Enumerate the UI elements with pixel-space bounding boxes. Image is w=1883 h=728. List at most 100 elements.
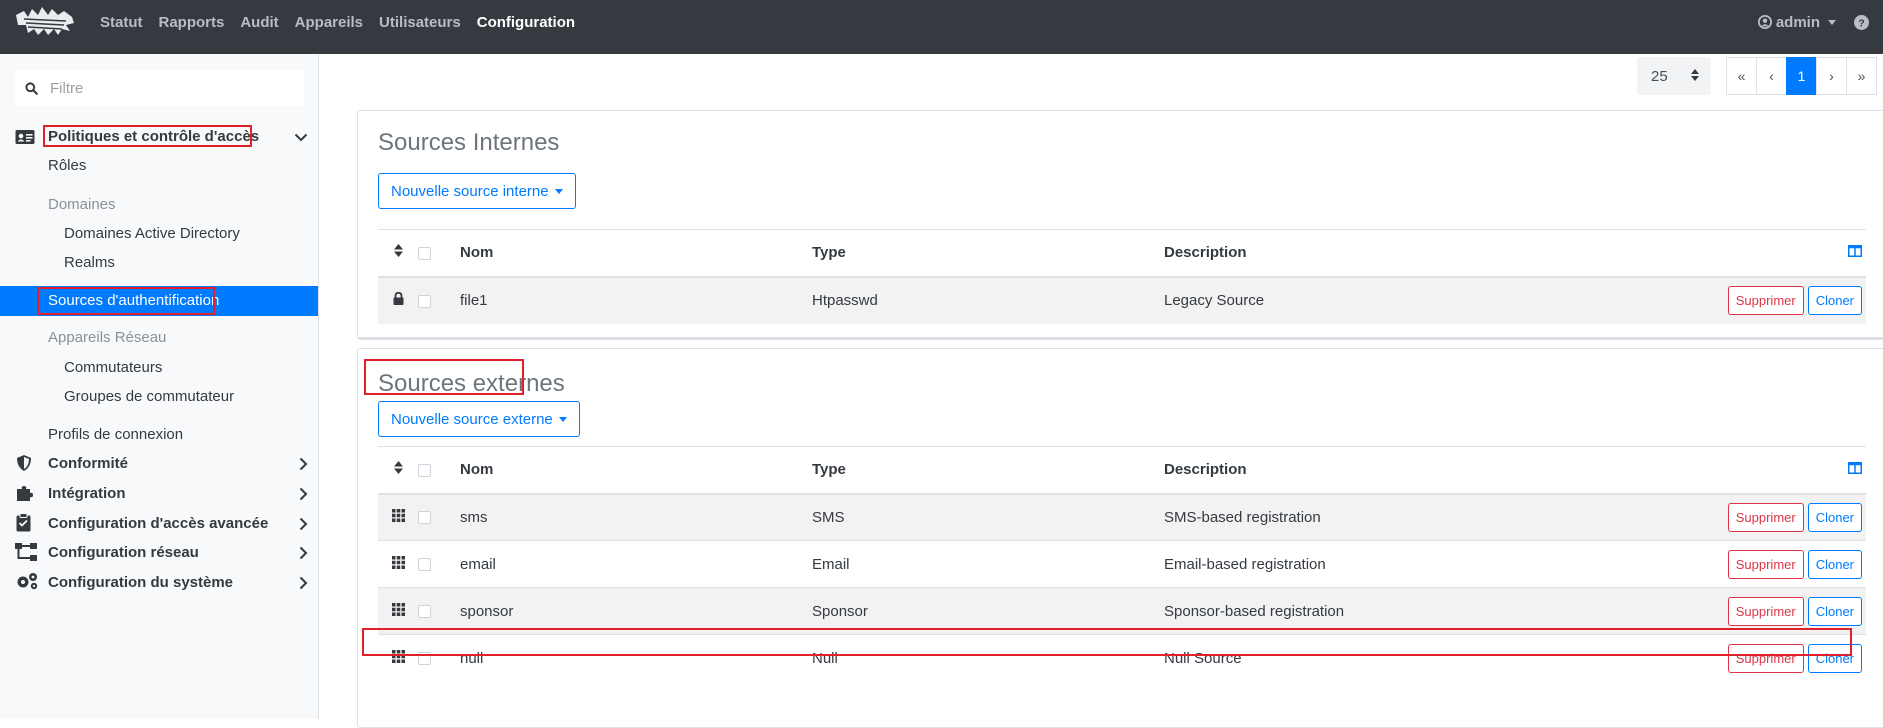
sort-header[interactable]: [378, 446, 418, 495]
delete-button[interactable]: Supprimer: [1727, 549, 1804, 579]
select-all-checkbox[interactable]: [418, 463, 431, 477]
chevron-right-icon[interactable]: [299, 457, 308, 471]
help-icon[interactable]: ?: [1854, 14, 1869, 30]
internal-sources-table: Nom Type Description file1 Htpasswd Lega…: [378, 229, 1866, 324]
clone-button[interactable]: Cloner: [1807, 286, 1862, 315]
chevron-down-icon[interactable]: [294, 133, 308, 142]
filter-input[interactable]: [50, 79, 280, 97]
table-row[interactable]: file1 Htpasswd Legacy Source Supprimer Cl…: [378, 276, 1866, 324]
chevron-right-icon[interactable]: [299, 517, 308, 531]
row-checkbox[interactable]: [418, 605, 431, 619]
cell-type: SMS: [812, 493, 1164, 541]
section-network-config[interactable]: Configuration réseau: [48, 544, 199, 561]
svg-text:?: ?: [1858, 18, 1864, 29]
table-row[interactable]: sms SMS SMS-based registration Supprimer…: [378, 493, 1866, 541]
user-name: admin: [1775, 13, 1820, 31]
cell-type: Email: [812, 540, 1164, 588]
chevron-right-icon[interactable]: [299, 546, 308, 560]
cell-nom: file1: [460, 276, 812, 324]
delete-button[interactable]: Supprimer: [1727, 286, 1804, 315]
new-external-source-button[interactable]: Nouvelle source externe: [378, 401, 580, 437]
cell-description: SMS-based registration: [1164, 493, 1694, 541]
per-page-select[interactable]: 25: [1637, 57, 1711, 95]
sort-icon: [393, 461, 403, 475]
nav-statut[interactable]: Statut: [100, 14, 143, 31]
sidebar-item-roles[interactable]: Rôles: [48, 157, 86, 174]
pagination-page-1[interactable]: 1: [1786, 57, 1817, 95]
column-header-type[interactable]: Type: [812, 229, 1164, 278]
delete-button[interactable]: Supprimer: [1727, 502, 1804, 532]
drag-handle-icon[interactable]: [391, 602, 405, 616]
columns-icon: [1848, 245, 1862, 258]
highlight-box: [364, 359, 524, 395]
columns-toggle[interactable]: [1694, 446, 1866, 495]
lock-icon: [393, 291, 403, 305]
pagination-first[interactable]: «: [1726, 57, 1757, 95]
caret-down-icon: [554, 188, 563, 194]
pagination-prev[interactable]: ‹: [1756, 57, 1787, 95]
section-advanced-access[interactable]: Configuration d'accès avancée: [48, 515, 268, 532]
internal-sources-card: Sources Internes Nouvelle source interne…: [357, 110, 1883, 340]
row-checkbox[interactable]: [418, 294, 431, 308]
drag-handle-icon[interactable]: [391, 508, 405, 522]
sort-updown-icon: [1691, 69, 1699, 81]
sidebar-item-realms[interactable]: Realms: [64, 254, 115, 271]
cell-description: Email-based registration: [1164, 540, 1694, 588]
delete-button[interactable]: Supprimer: [1727, 596, 1804, 626]
cell-type: Htpasswd: [812, 276, 1164, 324]
columns-icon: [1848, 462, 1862, 475]
table-row[interactable]: email Email Email-based registration Sup…: [378, 540, 1866, 588]
section-compliance[interactable]: Conformité: [48, 455, 128, 472]
row-checkbox[interactable]: [418, 511, 431, 525]
column-header-description[interactable]: Description: [1164, 229, 1694, 278]
column-header-nom[interactable]: Nom: [460, 229, 812, 278]
clone-button[interactable]: Cloner: [1807, 502, 1862, 532]
columns-toggle[interactable]: [1694, 229, 1866, 278]
clone-button[interactable]: Cloner: [1807, 549, 1862, 579]
section-integration[interactable]: Intégration: [48, 485, 126, 502]
pagination-last[interactable]: »: [1846, 57, 1877, 95]
sidebar-item-ad-domains[interactable]: Domaines Active Directory: [64, 225, 240, 242]
nav-appareils[interactable]: Appareils: [295, 14, 363, 31]
sort-header[interactable]: [378, 229, 418, 278]
column-header-nom[interactable]: Nom: [460, 446, 812, 495]
sidebar-item-switch-groups[interactable]: Groupes de commutateur: [64, 388, 234, 405]
column-header-type[interactable]: Type: [812, 446, 1164, 495]
nav-audit[interactable]: Audit: [240, 14, 278, 31]
new-internal-source-label: Nouvelle source interne: [391, 182, 549, 200]
column-header-description[interactable]: Description: [1164, 446, 1694, 495]
nav-utilisateurs[interactable]: Utilisateurs: [379, 14, 461, 31]
sidebar: Politiques et contrôle d'accès Rôles Dom…: [0, 54, 319, 719]
sidebar-group-domaines: Domaines: [48, 196, 116, 213]
drag-handle-icon[interactable]: [391, 555, 405, 569]
chevron-right-icon[interactable]: [299, 576, 308, 590]
sidebar-item-switches[interactable]: Commutateurs: [64, 359, 162, 376]
nav-rapports[interactable]: Rapports: [159, 14, 225, 31]
pagination: « ‹ 1 › »: [1726, 57, 1877, 95]
user-menu[interactable]: admin: [1757, 13, 1836, 31]
sort-icon: [393, 244, 403, 258]
highlight-box: [43, 125, 252, 147]
puzzle-icon: [17, 486, 33, 501]
cell-description: Legacy Source: [1164, 276, 1694, 324]
top-navbar: Statut Rapports Audit Appareils Utilisat…: [0, 0, 1883, 54]
shield-icon: [17, 455, 31, 471]
clone-button[interactable]: Cloner: [1807, 596, 1862, 626]
chevron-right-icon[interactable]: [299, 487, 308, 501]
clipboard-icon: [16, 513, 31, 532]
new-internal-source-button[interactable]: Nouvelle source interne: [378, 173, 576, 209]
row-checkbox[interactable]: [418, 558, 431, 572]
highlight-box: [37, 287, 215, 315]
internal-sources-title: Sources Internes: [378, 129, 560, 156]
per-page-value: 25: [1651, 67, 1668, 85]
packetfence-logo[interactable]: [14, 5, 76, 41]
network-icon: [15, 543, 37, 561]
new-external-source-label: Nouvelle source externe: [391, 410, 553, 428]
sidebar-item-connection-profiles[interactable]: Profils de connexion: [48, 426, 183, 443]
section-system-config[interactable]: Configuration du système: [48, 574, 233, 591]
pagination-next[interactable]: ›: [1816, 57, 1847, 95]
sidebar-group-network-devices: Appareils Réseau: [48, 329, 167, 346]
nav-configuration[interactable]: Configuration: [477, 14, 575, 31]
user-circle-icon: [1757, 15, 1772, 29]
select-all-checkbox[interactable]: [418, 246, 431, 260]
